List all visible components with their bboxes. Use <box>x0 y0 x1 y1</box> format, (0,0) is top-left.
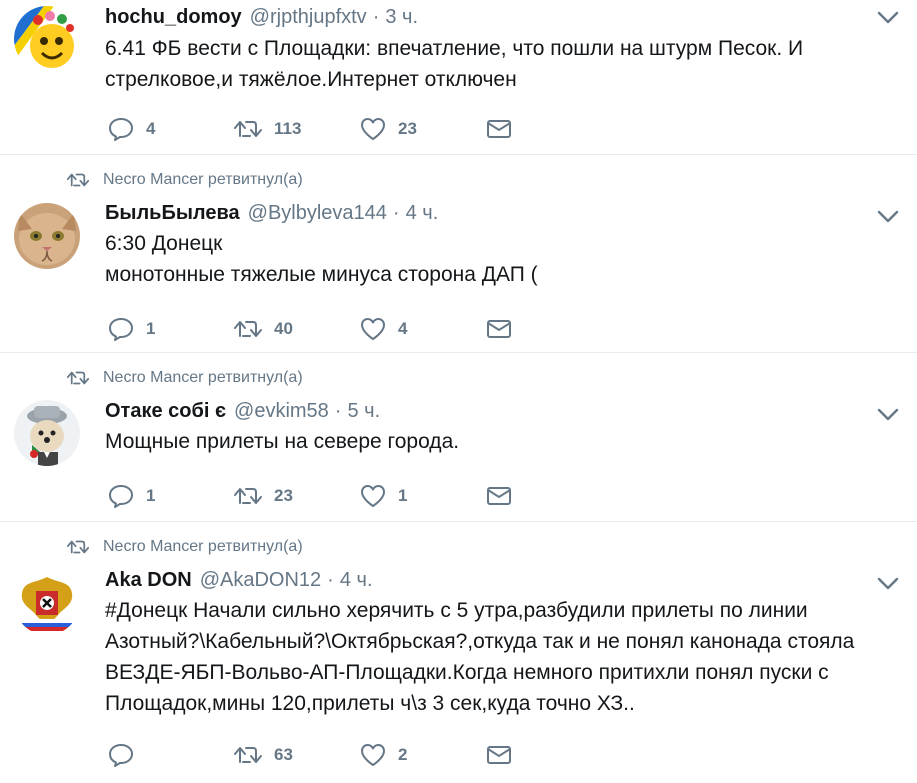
separator-dot: · <box>392 202 400 224</box>
timeline: hochu_domoy @rjpthjupfxtv · 3 ч. 6.41 ФБ… <box>0 0 917 783</box>
direct-message-icon <box>487 120 511 138</box>
direct-message-button[interactable] <box>486 319 512 339</box>
tweet-actions: 1 23 1 <box>108 484 512 508</box>
retweet-icon <box>234 321 262 337</box>
author-username[interactable]: @evkim58 <box>234 398 329 424</box>
retweet-icon <box>67 540 89 554</box>
direct-message-button[interactable] <box>486 119 512 139</box>
tweet-timestamp[interactable]: 3 ч. <box>385 4 418 30</box>
retweet-context: Necro Mancer ретвитнул(а) <box>67 171 303 189</box>
retweet-icon <box>234 488 262 504</box>
direct-message-button[interactable] <box>486 486 512 506</box>
like-icon <box>361 744 385 766</box>
chevron-down-icon[interactable] <box>877 577 899 591</box>
reply-count: 1 <box>146 486 156 505</box>
like-count: 23 <box>398 119 417 138</box>
retweeted-by-label[interactable]: Necro Mancer ретвитнул(а) <box>103 171 303 189</box>
like-icon <box>361 485 385 507</box>
separator-dot: · <box>327 569 334 591</box>
reply-count: 1 <box>146 319 156 338</box>
like-count: 4 <box>398 319 408 338</box>
retweet-count: 40 <box>274 319 293 338</box>
retweet-context: Necro Mancer ретвитнул(а) <box>67 369 303 387</box>
tweet-actions: 4 113 23 <box>108 117 512 141</box>
avatar[interactable] <box>14 569 80 635</box>
like-icon <box>361 118 385 140</box>
retweet-button[interactable]: 23 <box>234 486 360 506</box>
tweet-text: #Донецк Начали сильно херячить с 5 утра,… <box>105 599 855 715</box>
reply-button[interactable]: 1 <box>108 484 234 508</box>
retweet-icon <box>234 121 262 137</box>
tweet-actions: 63 2 <box>108 743 512 767</box>
chevron-down-icon[interactable] <box>877 408 899 422</box>
direct-message-icon <box>487 746 511 764</box>
like-button[interactable]: 4 <box>360 317 486 341</box>
separator-dot: · <box>372 6 380 28</box>
tweet[interactable]: hochu_domoy @rjpthjupfxtv · 3 ч. 6.41 ФБ… <box>0 0 917 155</box>
chevron-down-icon[interactable] <box>877 210 899 224</box>
like-button[interactable]: 1 <box>360 484 486 508</box>
reply-icon <box>109 744 133 767</box>
tweet-actions: 1 40 4 <box>108 317 512 341</box>
direct-message-button[interactable] <box>486 745 512 765</box>
reply-button[interactable] <box>108 743 234 767</box>
reply-icon <box>109 118 133 141</box>
retweet-icon <box>67 371 89 385</box>
retweet-button[interactable]: 113 <box>234 119 360 139</box>
retweet-count: 63 <box>274 745 293 764</box>
reply-icon <box>109 485 133 508</box>
avatar[interactable] <box>14 203 80 269</box>
reply-button[interactable]: 1 <box>108 317 234 341</box>
author-name[interactable]: Aka DON <box>105 567 192 593</box>
tweet-timestamp[interactable]: 5 ч. <box>347 398 380 424</box>
retweeted-by-label[interactable]: Necro Mancer ретвитнул(а) <box>103 538 303 556</box>
avatar[interactable] <box>14 6 80 72</box>
retweeted-by-label[interactable]: Necro Mancer ретвитнул(а) <box>103 369 303 387</box>
retweet-count: 113 <box>274 119 302 138</box>
tweet[interactable]: Necro Mancer ретвитнул(а) Отаке собі є @… <box>0 353 917 522</box>
tweet[interactable]: Necro Mancer ретвитнул(а) БыльБылева @By… <box>0 155 917 353</box>
author-username[interactable]: @rjpthjupfxtv <box>250 4 367 30</box>
like-count: 1 <box>398 486 408 505</box>
retweet-button[interactable]: 63 <box>234 745 360 765</box>
author-name[interactable]: БыльБылева <box>105 200 240 226</box>
like-icon <box>361 318 385 340</box>
avatar[interactable] <box>14 400 80 466</box>
like-button[interactable]: 2 <box>360 743 486 767</box>
retweet-icon <box>234 747 262 763</box>
tweet-timestamp[interactable]: 4 ч. <box>340 567 373 593</box>
like-button[interactable]: 23 <box>360 117 486 141</box>
direct-message-icon <box>487 487 511 505</box>
direct-message-icon <box>487 320 511 338</box>
retweet-icon <box>67 173 89 187</box>
author-username[interactable]: @AkaDON12 <box>200 567 321 593</box>
author-name[interactable]: Отаке собі є <box>105 398 226 424</box>
retweet-context: Necro Mancer ретвитнул(а) <box>67 538 303 556</box>
reply-count: 4 <box>146 119 156 138</box>
tweet-text: 6.41 ФБ вести с Площадки: впечатление, ч… <box>105 37 804 91</box>
tweet-timestamp[interactable]: 4 ч. <box>406 200 439 226</box>
author-name[interactable]: hochu_domoy <box>105 4 242 30</box>
separator-dot: · <box>334 400 342 422</box>
reply-icon <box>109 318 133 341</box>
tweet-text: 6:30 Донецк монотонные тяжелые минуса ст… <box>105 232 538 286</box>
tweet[interactable]: Necro Mancer ретвитнул(а) Aka DON @AkaDO… <box>0 522 917 783</box>
like-count: 2 <box>398 745 408 764</box>
tweet-text: Мощные прилеты на севере города. <box>105 430 460 453</box>
author-username[interactable]: @Bylbyleva144 <box>248 200 387 226</box>
retweet-count: 23 <box>274 486 293 505</box>
chevron-down-icon[interactable] <box>877 11 899 25</box>
retweet-button[interactable]: 40 <box>234 319 360 339</box>
reply-button[interactable]: 4 <box>108 117 234 141</box>
